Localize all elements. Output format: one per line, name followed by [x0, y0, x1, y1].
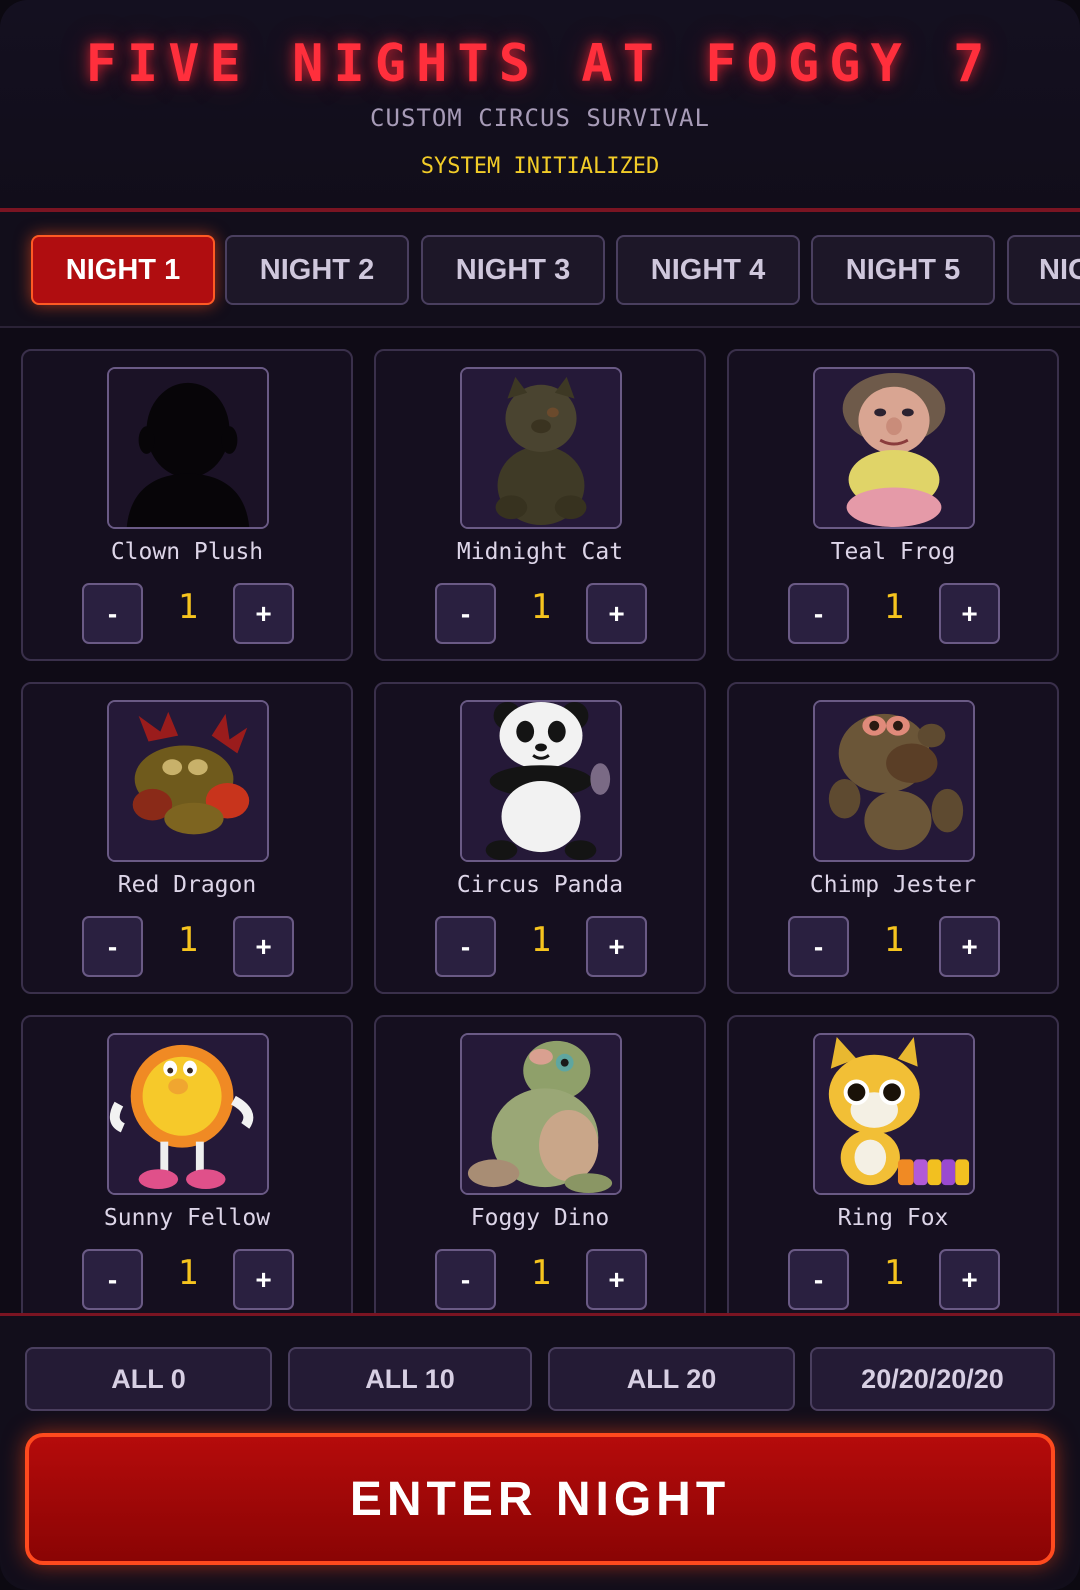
- decrease-button[interactable]: -: [82, 583, 143, 644]
- character-card-midnight-cat: Midnight Cat - 1 +: [374, 349, 706, 661]
- difficulty-value: 1: [883, 920, 905, 960]
- decrease-button[interactable]: -: [788, 916, 849, 977]
- increase-button[interactable]: +: [233, 1249, 294, 1310]
- preset-20-20-20-20-button[interactable]: 20/20/20/20: [810, 1347, 1055, 1411]
- character-name: Ring Fox: [837, 1205, 949, 1231]
- increase-button[interactable]: +: [586, 583, 647, 644]
- increase-button[interactable]: +: [233, 583, 294, 644]
- game-subtitle: CUSTOM CIRCUS SURVIVAL: [370, 104, 710, 132]
- dino-plush-icon: [460, 1033, 622, 1195]
- difficulty-value: 1: [177, 1253, 199, 1293]
- character-card-foggy-dino: Foggy Dino - 1 +: [374, 1015, 706, 1313]
- difficulty-value: 1: [177, 587, 199, 627]
- increase-button[interactable]: +: [233, 916, 294, 977]
- tab-night-6[interactable]: NIG: [1007, 235, 1080, 305]
- character-name: Midnight Cat: [456, 539, 624, 565]
- difficulty-value: 1: [530, 920, 552, 960]
- character-name: Foggy Dino: [470, 1205, 610, 1231]
- header: FIVE NIGHTS AT FOGGY 7 CUSTOM CIRCUS SUR…: [0, 0, 1080, 210]
- increase-button[interactable]: +: [939, 916, 1000, 977]
- game-title: FIVE NIGHTS AT FOGGY 7: [85, 34, 995, 94]
- footer-controls: ALL 0 ALL 10 ALL 20 20/20/20/20 ENTER NI…: [0, 1313, 1080, 1590]
- decrease-button[interactable]: -: [435, 916, 496, 977]
- character-name: Clown Plush: [110, 539, 264, 565]
- cat-plush-icon: [460, 367, 622, 529]
- character-card-ring-fox: Ring Fox - 1 +: [727, 1015, 1059, 1313]
- doll-plush-icon: [813, 367, 975, 529]
- sun-plush-icon: [107, 1033, 269, 1195]
- decrease-button[interactable]: -: [435, 583, 496, 644]
- dragon-plush-icon: [107, 700, 269, 862]
- character-card-sunny-fellow: Sunny Fellow - 1 +: [21, 1015, 353, 1313]
- decrease-button[interactable]: -: [788, 1249, 849, 1310]
- character-card-circus-panda: Circus Panda - 1 +: [374, 682, 706, 994]
- preset-all-20-button[interactable]: ALL 20: [548, 1347, 795, 1411]
- difficulty-value: 1: [530, 1253, 552, 1293]
- monkey-plush-icon: [813, 700, 975, 862]
- preset-all-0-button[interactable]: ALL 0: [25, 1347, 272, 1411]
- tab-night-1[interactable]: NIGHT 1: [31, 235, 215, 305]
- increase-button[interactable]: +: [939, 1249, 1000, 1310]
- increase-button[interactable]: +: [586, 916, 647, 977]
- character-name: Teal Frog: [830, 539, 956, 565]
- decrease-button[interactable]: -: [788, 583, 849, 644]
- difficulty-value: 1: [177, 920, 199, 960]
- character-card-clown-plush: Clown Plush - 1 +: [21, 349, 353, 661]
- character-name: Circus Panda: [456, 872, 624, 898]
- fox-plush-icon: [813, 1033, 975, 1195]
- character-name: Sunny Fellow: [103, 1205, 271, 1231]
- character-grid: Clown Plush - 1 + Midnight Cat - 1 + Tea…: [0, 330, 1080, 1313]
- tab-night-3[interactable]: NIGHT 3: [421, 235, 605, 305]
- tab-night-4[interactable]: NIGHT 4: [616, 235, 800, 305]
- increase-button[interactable]: +: [586, 1249, 647, 1310]
- increase-button[interactable]: +: [939, 583, 1000, 644]
- difficulty-value: 1: [883, 1253, 905, 1293]
- decrease-button[interactable]: -: [82, 916, 143, 977]
- night-tabs: NIGHT 1 NIGHT 2 NIGHT 3 NIGHT 4 NIGHT 5 …: [0, 212, 1080, 328]
- enter-night-button[interactable]: ENTER NIGHT: [25, 1433, 1055, 1565]
- preset-all-10-button[interactable]: ALL 10: [288, 1347, 532, 1411]
- decrease-button[interactable]: -: [435, 1249, 496, 1310]
- decrease-button[interactable]: -: [82, 1249, 143, 1310]
- panda-plush-icon: [460, 700, 622, 862]
- character-card-red-dragon: Red Dragon - 1 +: [21, 682, 353, 994]
- character-card-teal-frog: Teal Frog - 1 +: [727, 349, 1059, 661]
- game-screen: FIVE NIGHTS AT FOGGY 7 CUSTOM CIRCUS SUR…: [0, 0, 1080, 1590]
- tab-night-2[interactable]: NIGHT 2: [225, 235, 409, 305]
- character-name: Chimp Jester: [809, 872, 977, 898]
- character-name: Red Dragon: [117, 872, 257, 898]
- tab-night-5[interactable]: NIGHT 5: [811, 235, 995, 305]
- difficulty-value: 1: [530, 587, 552, 627]
- system-status: SYSTEM INITIALIZED: [420, 154, 660, 179]
- difficulty-value: 1: [883, 587, 905, 627]
- silhouette-icon: [107, 367, 269, 529]
- character-card-chimp-jester: Chimp Jester - 1 +: [727, 682, 1059, 994]
